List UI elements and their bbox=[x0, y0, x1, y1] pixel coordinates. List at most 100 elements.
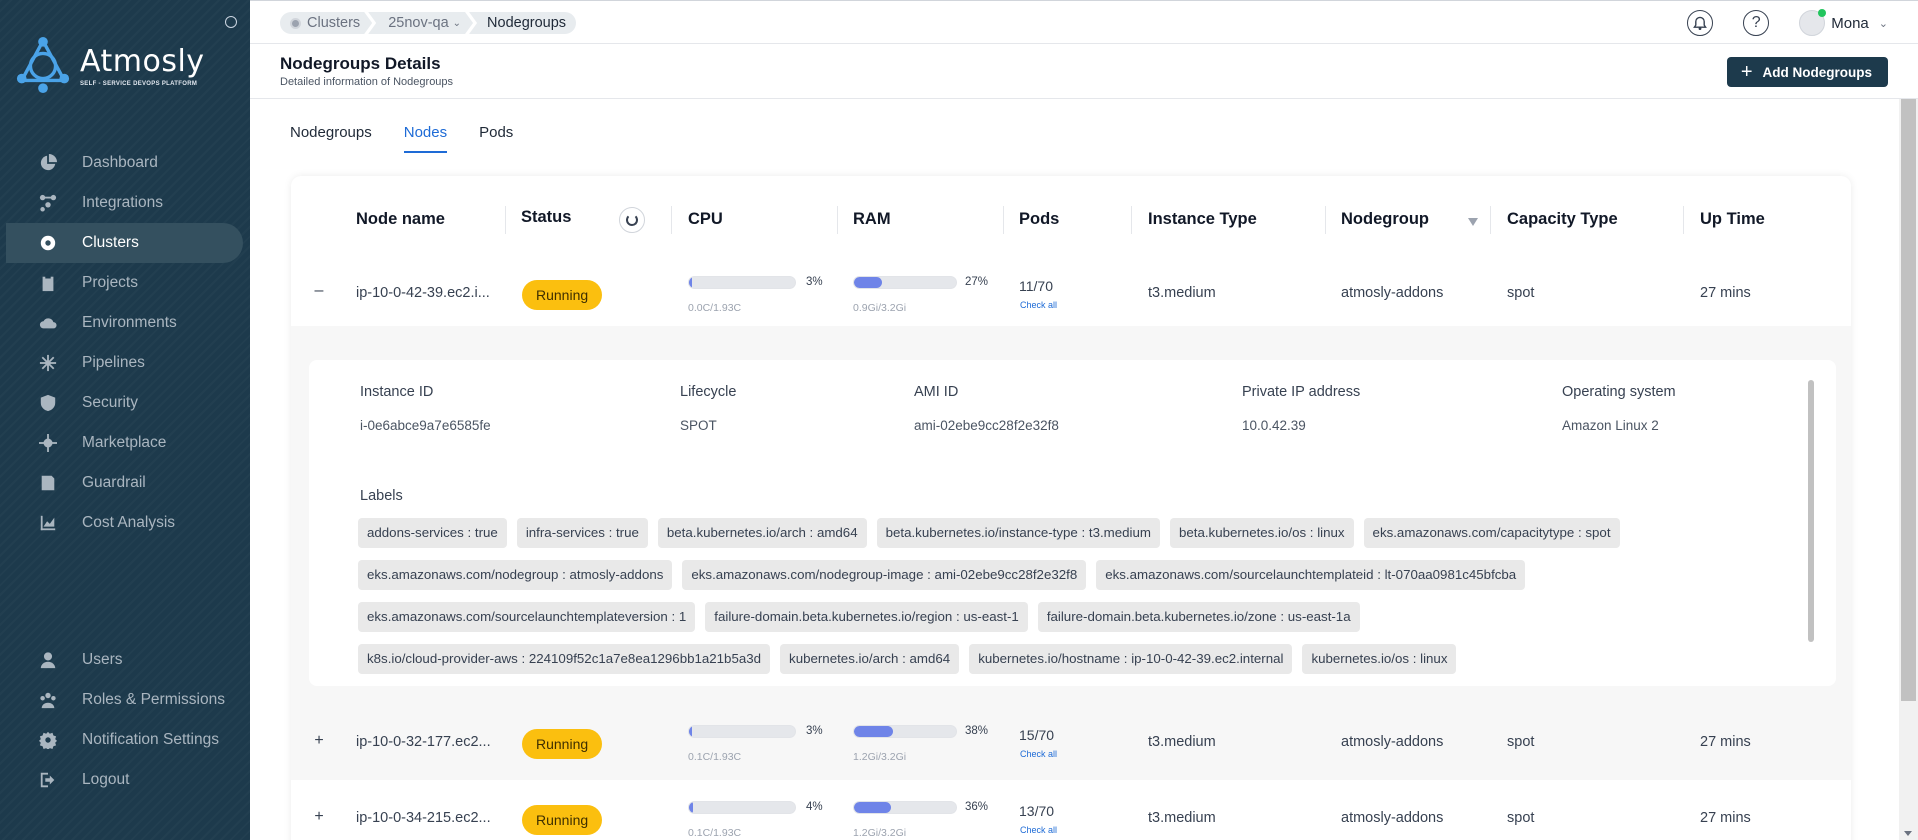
cpu-percent: 3% bbox=[806, 725, 823, 737]
guardrail-icon bbox=[38, 473, 58, 493]
sidebar-item-label: Dashboard bbox=[82, 154, 158, 171]
label-chip: eks.amazonaws.com/nodegroup : atmosly-ad… bbox=[358, 560, 673, 590]
ram-usage-fill bbox=[854, 802, 891, 813]
label-chip: beta.kubernetes.io/arch : amd64 bbox=[657, 518, 867, 548]
breadcrumb-cluster-select[interactable]: 25nov-qa ⌄ bbox=[368, 12, 473, 34]
notifications-button[interactable] bbox=[1687, 10, 1714, 36]
collapse-sidebar-icon[interactable] bbox=[225, 16, 237, 28]
table-row[interactable]: – ip-10-0-42-39.ec2.i... Running 3% 0.0C… bbox=[291, 266, 1851, 326]
tab-pods[interactable]: Pods bbox=[479, 124, 513, 153]
sidebar-item-security[interactable]: Security bbox=[0, 383, 250, 423]
sidebar-item-notification-settings[interactable]: Notification Settings bbox=[0, 720, 250, 760]
label-chip: infra-services : true bbox=[516, 518, 648, 548]
page-scrollbar[interactable] bbox=[1899, 99, 1918, 840]
sidebar-item-guardrail[interactable]: Guardrail bbox=[0, 463, 250, 503]
page-header: Nodegroups Details Detailed information … bbox=[250, 44, 1918, 99]
label-row: k8s.io/cloud-provider-aws : 224109f52c1a… bbox=[358, 644, 1758, 674]
add-nodegroups-label: Add Nodegroups bbox=[1762, 64, 1873, 80]
expand-row-button[interactable]: + bbox=[311, 808, 327, 826]
sidebar-item-cost-analysis[interactable]: Cost Analysis bbox=[0, 503, 250, 543]
ram-usage-bar bbox=[853, 725, 957, 738]
instance-type: t3.medium bbox=[1148, 810, 1216, 826]
cpu-usage-bar bbox=[688, 801, 796, 814]
column-divider bbox=[837, 206, 838, 234]
capacity-type: spot bbox=[1507, 810, 1535, 826]
private-ip-label: Private IP address bbox=[1242, 384, 1361, 400]
col-label: Up Time bbox=[1700, 210, 1765, 228]
ram-usage-bar bbox=[853, 276, 957, 289]
sidebar-item-label: Logout bbox=[82, 771, 130, 788]
col-cpu: CPU bbox=[688, 210, 723, 229]
breadcrumb-cluster-name: 25nov-qa bbox=[388, 15, 449, 31]
sidebar-item-dashboard[interactable]: Dashboard bbox=[0, 143, 250, 183]
os-value: Amazon Linux 2 bbox=[1562, 418, 1659, 433]
gear-icon bbox=[38, 730, 58, 750]
col-label: Nodegroup bbox=[1341, 210, 1429, 228]
label-chip: addons-services : true bbox=[358, 518, 507, 548]
sidebar-item-pipelines[interactable]: Pipelines bbox=[0, 343, 250, 383]
column-divider bbox=[1490, 206, 1491, 234]
cpu-usage-text: 0.0C/1.93C bbox=[688, 302, 742, 314]
pods-count: 13/70 bbox=[1019, 803, 1055, 819]
node-name[interactable]: ip-10-0-32-177.ec2... bbox=[356, 734, 491, 750]
sidebar-item-logout[interactable]: Logout bbox=[0, 760, 250, 800]
breadcrumb-clusters[interactable]: Clusters bbox=[280, 12, 372, 34]
filter-icon[interactable] bbox=[1468, 218, 1478, 226]
up-time: 27 mins bbox=[1700, 285, 1751, 301]
label-chip: k8s.io/cloud-provider-aws : 224109f52c1a… bbox=[358, 644, 771, 674]
refresh-icon[interactable] bbox=[619, 207, 645, 233]
col-capacity-type[interactable]: Capacity Type bbox=[1507, 210, 1618, 229]
instance-type: t3.medium bbox=[1148, 285, 1216, 301]
cluster-icon bbox=[290, 18, 301, 29]
label-chip: kubernetes.io/os : linux bbox=[1302, 644, 1457, 674]
scrollbar-thumb[interactable] bbox=[1901, 99, 1916, 701]
labels-title: Labels bbox=[360, 488, 403, 504]
sidebar-item-marketplace[interactable]: Marketplace bbox=[0, 423, 250, 463]
check-all-link[interactable]: Check all bbox=[1020, 300, 1057, 310]
detail-scrollbar[interactable] bbox=[1808, 380, 1814, 642]
labels-list: addons-services : true infra-services : … bbox=[358, 518, 1758, 686]
up-time: 27 mins bbox=[1700, 734, 1751, 750]
capacity-type: spot bbox=[1507, 285, 1535, 301]
tab-nodegroups[interactable]: Nodegroups bbox=[290, 124, 372, 153]
label-row: eks.amazonaws.com/sourcelaunchtemplateve… bbox=[358, 602, 1758, 632]
sidebar-item-users[interactable]: Users bbox=[0, 640, 250, 680]
top-bar: Clusters 25nov-qa ⌄ Nodegroups ? Mona ⌄ bbox=[250, 6, 1918, 44]
sidebar-item-environments[interactable]: Environments bbox=[0, 303, 250, 343]
expand-row-button[interactable]: + bbox=[311, 732, 327, 750]
cpu-usage-bar bbox=[688, 276, 796, 289]
user-menu[interactable]: Mona ⌄ bbox=[1799, 9, 1888, 36]
scroll-down-arrow-icon[interactable] bbox=[1904, 831, 1912, 836]
collapse-row-button[interactable]: – bbox=[311, 282, 327, 300]
help-button[interactable]: ? bbox=[1743, 10, 1770, 36]
sidebar-item-label: Roles & Permissions bbox=[82, 691, 225, 708]
col-nodegroup[interactable]: Nodegroup bbox=[1341, 210, 1429, 229]
tab-nodes[interactable]: Nodes bbox=[403, 124, 448, 153]
col-instance-type[interactable]: Instance Type bbox=[1148, 210, 1257, 229]
table-row[interactable]: + ip-10-0-32-177.ec2... Running 3% 0.1C/… bbox=[291, 706, 1851, 780]
brand-logo[interactable]: Atmosly SELF - SERVICE DEVOPS PLATFORM bbox=[14, 36, 205, 94]
lifecycle-label: Lifecycle bbox=[680, 384, 737, 400]
label-row: addons-services : true infra-services : … bbox=[358, 518, 1758, 548]
check-all-link[interactable]: Check all bbox=[1020, 825, 1057, 835]
col-status[interactable]: Status bbox=[521, 208, 571, 227]
check-all-link[interactable]: Check all bbox=[1020, 749, 1057, 759]
label-chip: kubernetes.io/hostname : ip-10-0-42-39.e… bbox=[969, 644, 1293, 674]
node-name[interactable]: ip-10-0-34-215.ec2... bbox=[356, 810, 491, 826]
sidebar-item-label: Security bbox=[82, 394, 138, 411]
sidebar-item-label: Integrations bbox=[82, 194, 163, 211]
instance-type: t3.medium bbox=[1148, 734, 1216, 750]
sidebar-item-projects[interactable]: Projects bbox=[0, 263, 250, 303]
col-node-name[interactable]: Node name bbox=[356, 210, 445, 229]
sidebar-item-roles-permissions[interactable]: Roles & Permissions bbox=[0, 680, 250, 720]
ram-usage-text: 1.2Gi/3.2Gi bbox=[853, 751, 907, 763]
sidebar-item-clusters[interactable]: Clusters bbox=[6, 223, 243, 263]
table-row[interactable]: + ip-10-0-34-215.ec2... Running 4% 0.1C/… bbox=[291, 780, 1851, 840]
nodes-table: Node name Status CPU RAM Pods Instance T… bbox=[291, 176, 1851, 840]
add-nodegroups-button[interactable]: + Add Nodegroups bbox=[1726, 57, 1888, 87]
node-name[interactable]: ip-10-0-42-39.ec2.i... bbox=[356, 285, 490, 301]
label-row: eks.amazonaws.com/nodegroup : atmosly-ad… bbox=[358, 560, 1758, 590]
sidebar-item-integrations[interactable]: Integrations bbox=[0, 183, 250, 223]
cpu-percent: 4% bbox=[806, 801, 823, 813]
ram-usage-fill bbox=[854, 277, 882, 288]
